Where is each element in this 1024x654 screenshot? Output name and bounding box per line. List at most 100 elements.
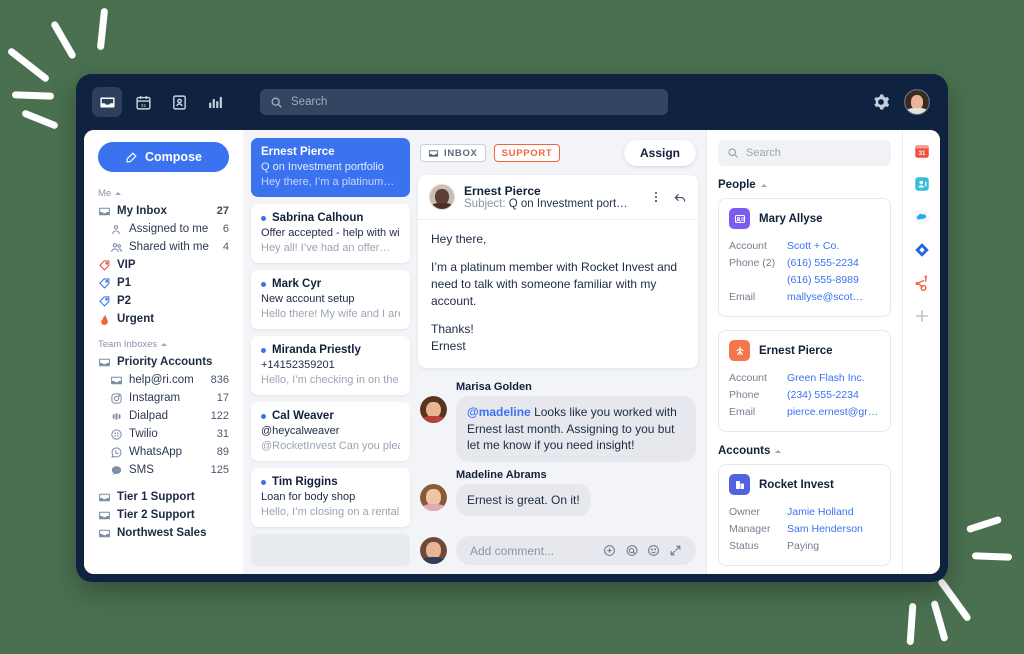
detail-field-value[interactable]: (616) 555-2234 xyxy=(787,255,859,272)
detail-field-key: Owner xyxy=(729,504,787,521)
sidebar-group-me-label: Me xyxy=(98,188,111,199)
sparkle xyxy=(907,603,917,645)
contacts-app-icon[interactable] xyxy=(913,175,931,193)
tag-inbox[interactable]: INBOX xyxy=(420,144,486,162)
conversation-preview: Hello, I’m checking in on the… xyxy=(261,374,400,386)
sidebar-item-northwest-sales[interactable]: Northwest Sales xyxy=(84,524,243,542)
detail-field-value[interactable]: Sam Henderson xyxy=(787,521,863,538)
sidebar-item-twilio[interactable]: Twilio31 xyxy=(84,425,243,443)
detail-field-value[interactable]: Scott + Co. xyxy=(787,238,839,255)
compose-button[interactable]: Compose xyxy=(98,142,229,172)
global-search-placeholder: Search xyxy=(291,96,327,108)
sidebar-item-help-ri-com[interactable]: help@ri.com836 xyxy=(84,371,243,389)
emoji-icon[interactable] xyxy=(647,544,660,557)
topnav-analytics-icon[interactable] xyxy=(200,87,230,117)
detail-field-value: Paying xyxy=(787,538,819,555)
detail-field-value[interactable]: Jamie Holland xyxy=(787,504,854,521)
detail-field-value[interactable]: Green Flash Inc. xyxy=(787,370,865,387)
detail-field-value[interactable]: mallyse@scot… xyxy=(787,289,863,306)
comment-input[interactable]: Add comment... xyxy=(456,536,696,565)
compose-pencil-icon xyxy=(125,151,138,164)
detail-field-value[interactable]: pierce.ernest@gr… xyxy=(787,404,878,421)
section-header-accounts[interactable]: Accounts xyxy=(718,445,891,457)
sidebar-item-p1[interactable]: P1 xyxy=(84,274,243,292)
sidebar-group-me[interactable]: Me xyxy=(84,186,243,202)
salesforce-icon[interactable] xyxy=(913,208,931,226)
global-search-input[interactable]: Search xyxy=(260,89,668,115)
topnav-inbox-icon[interactable] xyxy=(92,87,122,117)
sidebar-item-vip[interactable]: VIP xyxy=(84,256,243,274)
composer-icons xyxy=(603,544,682,557)
app-body: Compose Me My Inbox27Assigned to me6Shar… xyxy=(84,130,940,574)
comment-avatar xyxy=(420,484,447,511)
sidebar-item-label: Dialpad xyxy=(129,410,205,422)
diamond-app-icon[interactable] xyxy=(913,241,931,259)
inbox-icon xyxy=(98,509,111,522)
sidebar-item-whatsapp[interactable]: WhatsApp89 xyxy=(84,443,243,461)
topnav-calendar-icon[interactable]: 31 xyxy=(128,87,158,117)
sidebar-item-tier-1-support[interactable]: Tier 1 Support xyxy=(84,488,243,506)
conversation-sender: Sabrina Calhoun xyxy=(261,212,400,224)
topnav-contacts-icon[interactable] xyxy=(164,87,194,117)
conversation-item[interactable]: Ernest PierceQ on Investment portfolioHe… xyxy=(251,138,410,197)
sidebar-item-label: Instagram xyxy=(129,392,211,404)
details-search-placeholder: Search xyxy=(746,147,781,159)
conversation-preview: Hello there! My wife and I are… xyxy=(261,308,400,320)
comment-input-placeholder: Add comment... xyxy=(470,544,554,558)
conversation-item[interactable]: Sabrina CalhounOffer accepted - help wit… xyxy=(251,204,410,263)
detail-card-title: Rocket Invest xyxy=(759,479,834,491)
conversation-sender-name: Tim Riggins xyxy=(272,476,338,488)
mention-icon[interactable] xyxy=(625,544,638,557)
sidebar-item-label: Tier 2 Support xyxy=(117,509,229,521)
sidebar-item-dialpad[interactable]: Dialpad122 xyxy=(84,407,243,425)
conversation-item[interactable]: Cal Weaver@heycalweaver@RocketInvest Can… xyxy=(251,402,410,461)
detail-field-key: Manager xyxy=(729,521,787,538)
detail-field: Emailmallyse@scot… xyxy=(729,289,880,306)
hubspot-icon[interactable] xyxy=(913,274,931,292)
detail-card: Ernest PierceAccountGreen Flash Inc.Phon… xyxy=(718,330,891,432)
details-search-input[interactable]: Search xyxy=(718,140,891,166)
inbox-icon xyxy=(98,491,111,504)
detail-field-value[interactable]: (234) 555-2234 xyxy=(787,387,859,404)
conversation-item-partial[interactable] xyxy=(251,534,410,566)
calendar-app-icon[interactable]: 31 xyxy=(913,142,931,160)
conversation-item[interactable]: Mark Cyr New account setup Hello there! My… xyxy=(251,270,410,329)
detail-field-key: Account xyxy=(729,238,787,255)
assign-button[interactable]: Assign xyxy=(624,140,696,166)
conversation-item[interactable]: Tim RigginsLoan for body shopHello, I’m … xyxy=(251,468,410,527)
sidebar-item-label: help@ri.com xyxy=(129,374,205,386)
conversation-subject: New account setup xyxy=(261,293,400,305)
conversation-sender: Mark Cyr xyxy=(261,278,400,290)
sidebar-item-assigned-to-me[interactable]: Assigned to me6 xyxy=(84,220,243,238)
message-meta: Ernest Pierce Subject: Q on Investment p… xyxy=(464,184,640,210)
sidebar-group-team[interactable]: Team Inboxes xyxy=(84,337,243,353)
add-app-icon[interactable] xyxy=(913,307,931,325)
plus-circle-icon[interactable] xyxy=(603,544,616,557)
conversation-item[interactable]: Miranda Priestly+14152359201Hello, I’m c… xyxy=(251,336,410,395)
sidebar-item-my-inbox[interactable]: My Inbox27 xyxy=(84,202,243,220)
conversation-preview: Hey there, I’m a platinum… xyxy=(261,176,400,188)
conversation-list[interactable]: Ernest PierceQ on Investment portfolioHe… xyxy=(243,130,418,574)
spacer xyxy=(84,479,243,488)
more-options-icon[interactable] xyxy=(649,190,663,204)
sidebar-item-tier-2-support[interactable]: Tier 2 Support xyxy=(84,506,243,524)
comment: Madeline AbramsErnest is great. On it! xyxy=(420,469,696,517)
sidebar-team-list: Priority Accountshelp@ri.com836Instagram… xyxy=(84,353,243,479)
sidebar-item-shared-with-me[interactable]: Shared with me4 xyxy=(84,238,243,256)
sparkle xyxy=(966,516,1002,534)
sidebar-item-priority-accounts[interactable]: Priority Accounts xyxy=(84,353,243,371)
sidebar-item-sms[interactable]: SMS125 xyxy=(84,461,243,479)
detail-field-value-extra[interactable]: (616) 555-8989 xyxy=(787,272,880,289)
conversation-sender-name: Cal Weaver xyxy=(272,410,334,422)
expand-icon[interactable] xyxy=(669,544,682,557)
reply-icon[interactable] xyxy=(673,190,687,204)
user-avatar[interactable] xyxy=(904,89,930,115)
tag-support[interactable]: SUPPORT xyxy=(494,144,561,162)
sidebar-item-p2[interactable]: P2 xyxy=(84,292,243,310)
gear-icon[interactable] xyxy=(872,93,890,111)
composer-avatar xyxy=(420,537,447,564)
comment-mention[interactable]: @madeline xyxy=(467,405,531,419)
section-header-people[interactable]: People xyxy=(718,179,891,191)
sidebar-item-urgent[interactable]: Urgent xyxy=(84,310,243,328)
sidebar-item-instagram[interactable]: Instagram17 xyxy=(84,389,243,407)
